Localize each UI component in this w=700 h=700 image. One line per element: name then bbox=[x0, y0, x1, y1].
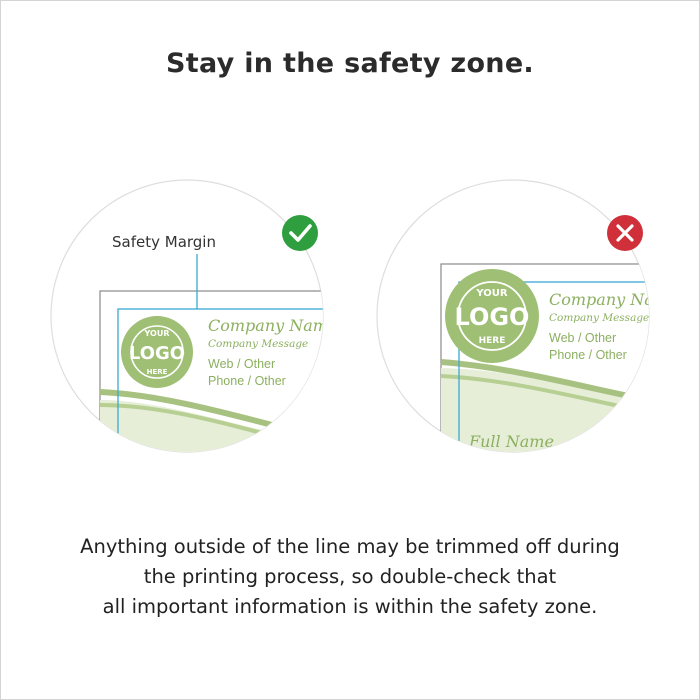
x-icon bbox=[607, 215, 643, 251]
logo-top-text-right: YOUR bbox=[475, 288, 508, 299]
caption-line-2: the printing process, so double-check th… bbox=[143, 565, 557, 588]
caption: Anything outside of the line may be trim… bbox=[40, 532, 660, 622]
correct-example: YOUR LOGO HERE Company Name Company Mess… bbox=[50, 179, 337, 453]
safety-margin-label: Safety Margin bbox=[112, 233, 216, 251]
caption-line-3: all important information is within the … bbox=[102, 595, 598, 618]
caption-line-1: Anything outside of the line may be trim… bbox=[80, 535, 620, 558]
full-name-right: Full Name bbox=[468, 432, 554, 451]
card-preview-right: YOUR LOGO HERE Company Name Company Mess… bbox=[440, 263, 678, 452]
logo-main-text-right: LOGO bbox=[455, 303, 530, 331]
logo-main-text-left: LOGO bbox=[129, 343, 185, 364]
company-message-left: Company Message bbox=[208, 338, 308, 350]
logo-top-text-left: YOUR bbox=[144, 329, 170, 338]
company-name-right: Company Name bbox=[549, 290, 678, 309]
incorrect-example: YOUR LOGO HERE Company Name Company Mess… bbox=[376, 179, 678, 453]
phone-text-left: Phone / Other bbox=[208, 374, 286, 388]
card-preview-left: YOUR LOGO HERE Company Name Company Mess… bbox=[99, 290, 337, 452]
web-text-left: Web / Other bbox=[208, 357, 275, 371]
logo-bottom-text-right: HERE bbox=[479, 336, 506, 346]
phone-text-right: Phone / Other bbox=[549, 348, 627, 362]
company-message-right: Company Message bbox=[549, 312, 649, 324]
logo-bottom-text-left: HERE bbox=[147, 368, 168, 376]
check-icon bbox=[282, 215, 318, 251]
company-name-left: Company Name bbox=[208, 316, 337, 335]
web-text-right: Web / Other bbox=[549, 331, 616, 345]
